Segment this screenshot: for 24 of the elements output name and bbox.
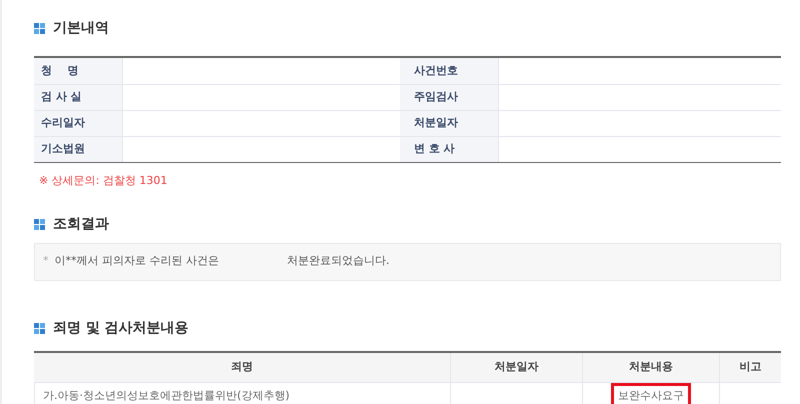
field-label: 검 사 실 [34,85,123,110]
column-header: 처분일자 [451,352,583,382]
section-title: 죄명 및 검사처분내용 [53,318,189,338]
section-title: 조회결과 [53,214,109,234]
grid-icon [34,322,45,334]
table-cell: 보완수사요구 [611,382,691,404]
contact-note: ※ 상세문의: 검찰청 1301 [39,173,168,189]
field-label: 수리일자 [34,111,123,136]
field-label: 청 명 [34,58,123,84]
section-title: 기본내역 [53,19,109,38]
column-header: 비고 [738,358,762,375]
column-header: 처분내용 [583,352,720,382]
column-header: 죄명 [34,352,451,382]
grid-icon [34,218,45,230]
grid-icon [34,23,45,34]
field-label: 처분일자 [400,111,499,136]
table-cell: 가.아동·청소년의성보호에관한법률위반(강제추행) [43,388,290,404]
result-text: 처분완료되었습니다. [287,253,390,270]
field-label: 변 호 사 [400,137,499,162]
field-label: 사건번호 [400,58,499,84]
field-label: 주임검사 [400,85,499,110]
result-text: 이**께서 피의자로 수리된 사건은 [54,253,219,270]
bullet-mark: * [43,253,48,270]
field-label: 기소법원 [34,137,123,162]
